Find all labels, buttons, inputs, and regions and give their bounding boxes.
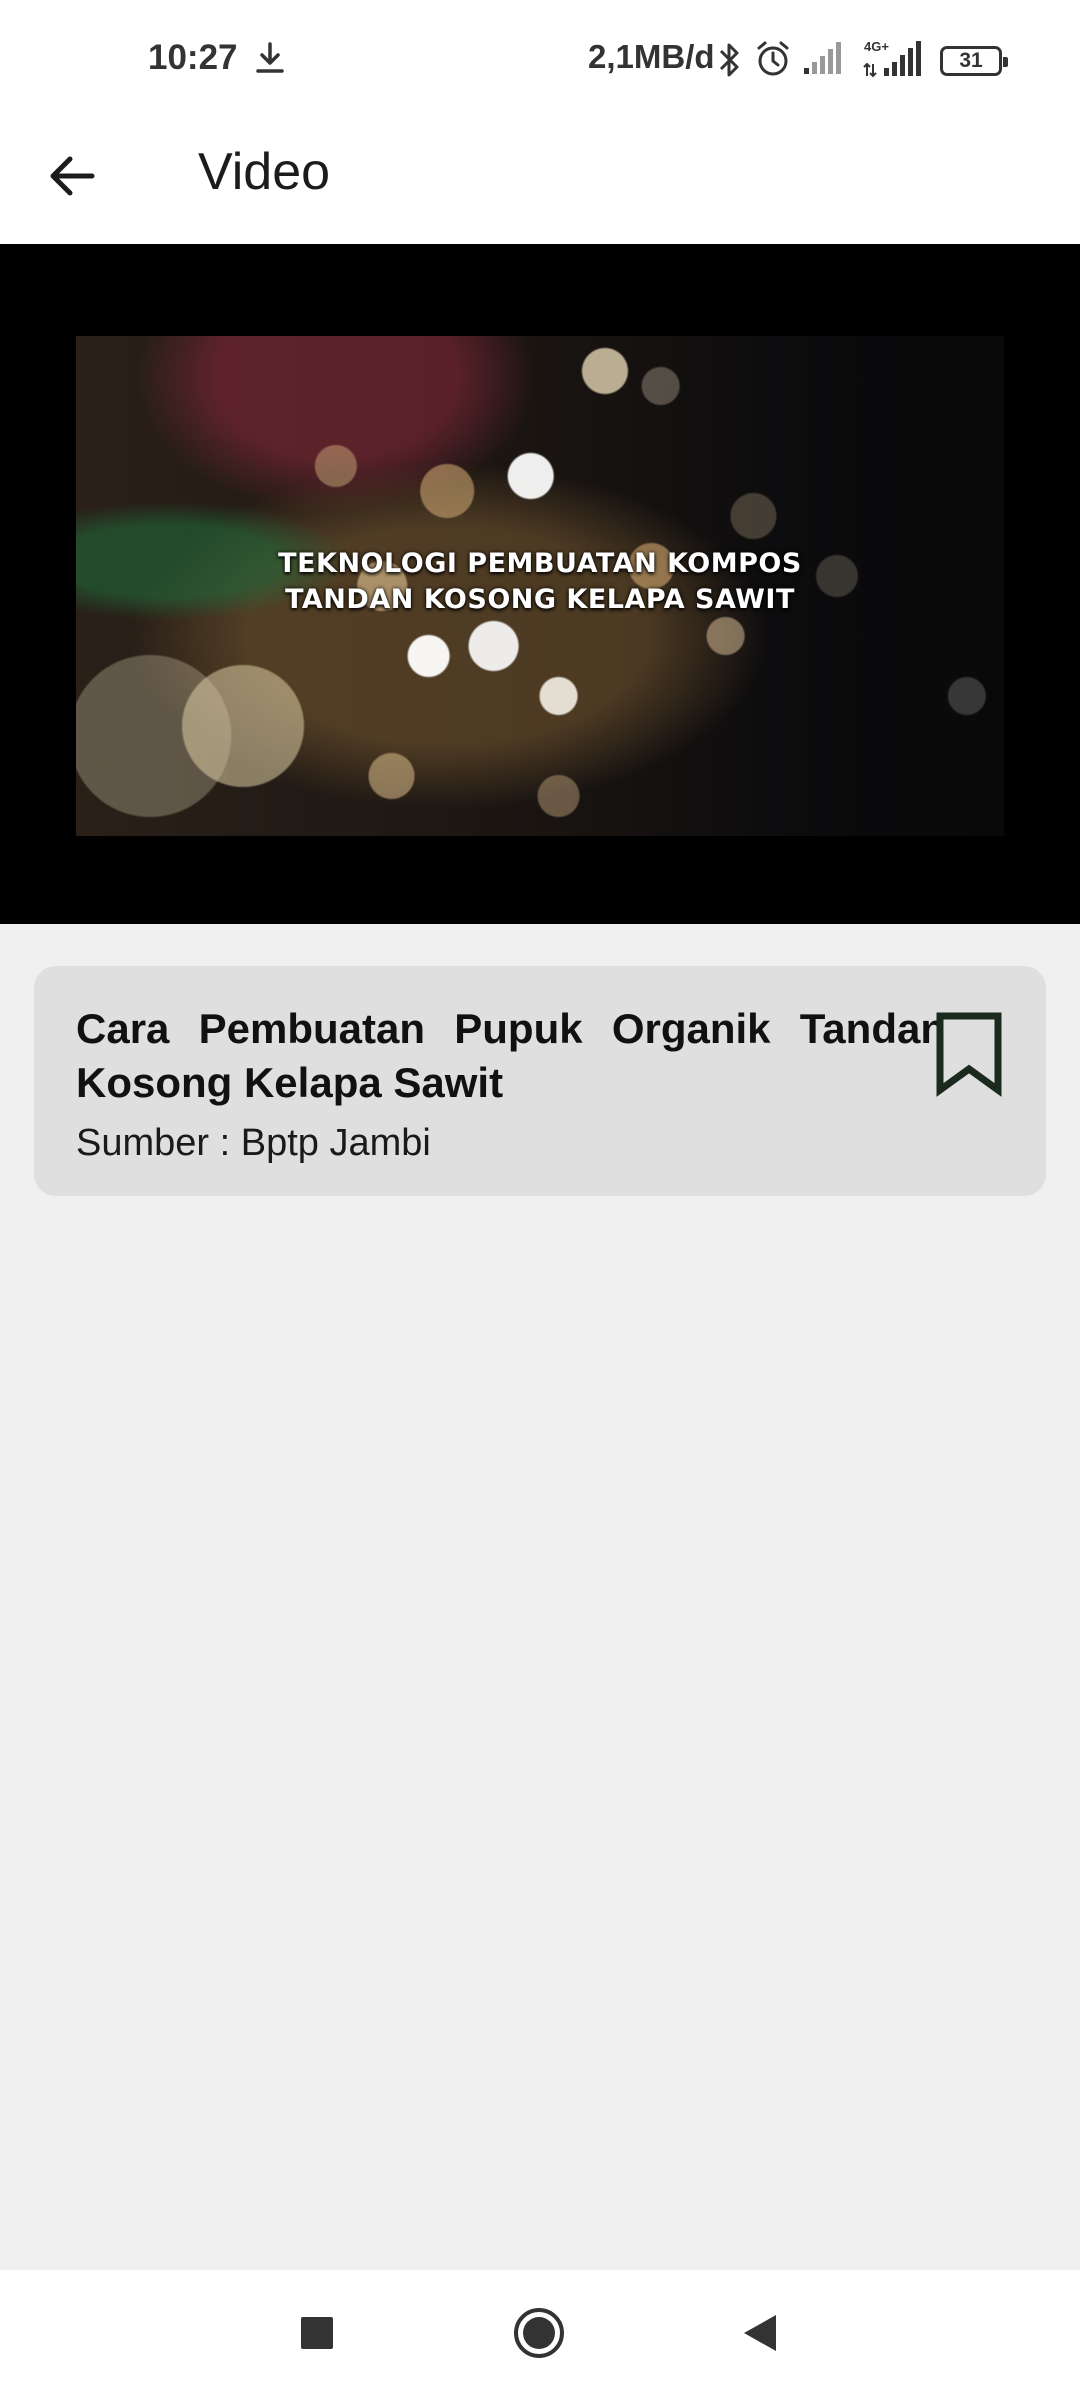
recents-square-icon	[299, 2315, 335, 2356]
battery-icon: 31	[940, 46, 1008, 76]
video-source: Sumber : Bptp Jambi	[76, 1122, 431, 1164]
system-back-button[interactable]	[725, 2300, 795, 2370]
back-button[interactable]	[28, 134, 116, 222]
video-title: Cara Pembuatan Pupuk Organik Tandan Koso…	[76, 1005, 946, 1106]
video-caption-line-1: TEKNOLOGI PEMBUATAN KOMPOS	[278, 548, 802, 579]
system-nav-bar	[0, 2270, 1080, 2400]
app-bar: Video	[0, 120, 1080, 244]
alarm-icon	[754, 40, 792, 83]
status-time: 10:27	[148, 38, 238, 77]
bookmark-outline-icon	[934, 1011, 1004, 1102]
recents-button[interactable]	[282, 2300, 352, 2370]
battery-tip	[1003, 57, 1008, 67]
page-title: Video	[198, 143, 331, 201]
bluetooth-icon	[714, 40, 744, 85]
video-frame: TEKNOLOGI PEMBUATAN KOMPOS TANDAN KOSONG…	[76, 336, 1004, 836]
network-type: 4G+	[864, 39, 889, 54]
signal-icon	[802, 40, 846, 81]
video-caption: TEKNOLOGI PEMBUATAN KOMPOS TANDAN KOSONG…	[76, 546, 1004, 618]
back-triangle-icon	[740, 2313, 780, 2358]
bookmark-button[interactable]	[924, 1006, 1014, 1106]
download-icon	[252, 40, 288, 81]
home-circle-icon	[513, 2307, 565, 2364]
battery-level: 31	[959, 49, 983, 72]
status-bar: 10:27 2,1MB/d 4G+ 31	[0, 0, 1080, 120]
signal-4g-icon: 4G+	[862, 38, 926, 83]
home-button[interactable]	[504, 2300, 574, 2370]
video-caption-line-2: TANDAN KOSONG KELAPA SAWIT	[285, 584, 795, 615]
arrow-left-icon	[46, 150, 98, 207]
network-speed: 2,1MB/d	[588, 38, 715, 75]
video-player[interactable]: TEKNOLOGI PEMBUATAN KOMPOS TANDAN KOSONG…	[0, 244, 1080, 924]
video-info-card: Cara Pembuatan Pupuk Organik Tandan Koso…	[34, 966, 1046, 1196]
